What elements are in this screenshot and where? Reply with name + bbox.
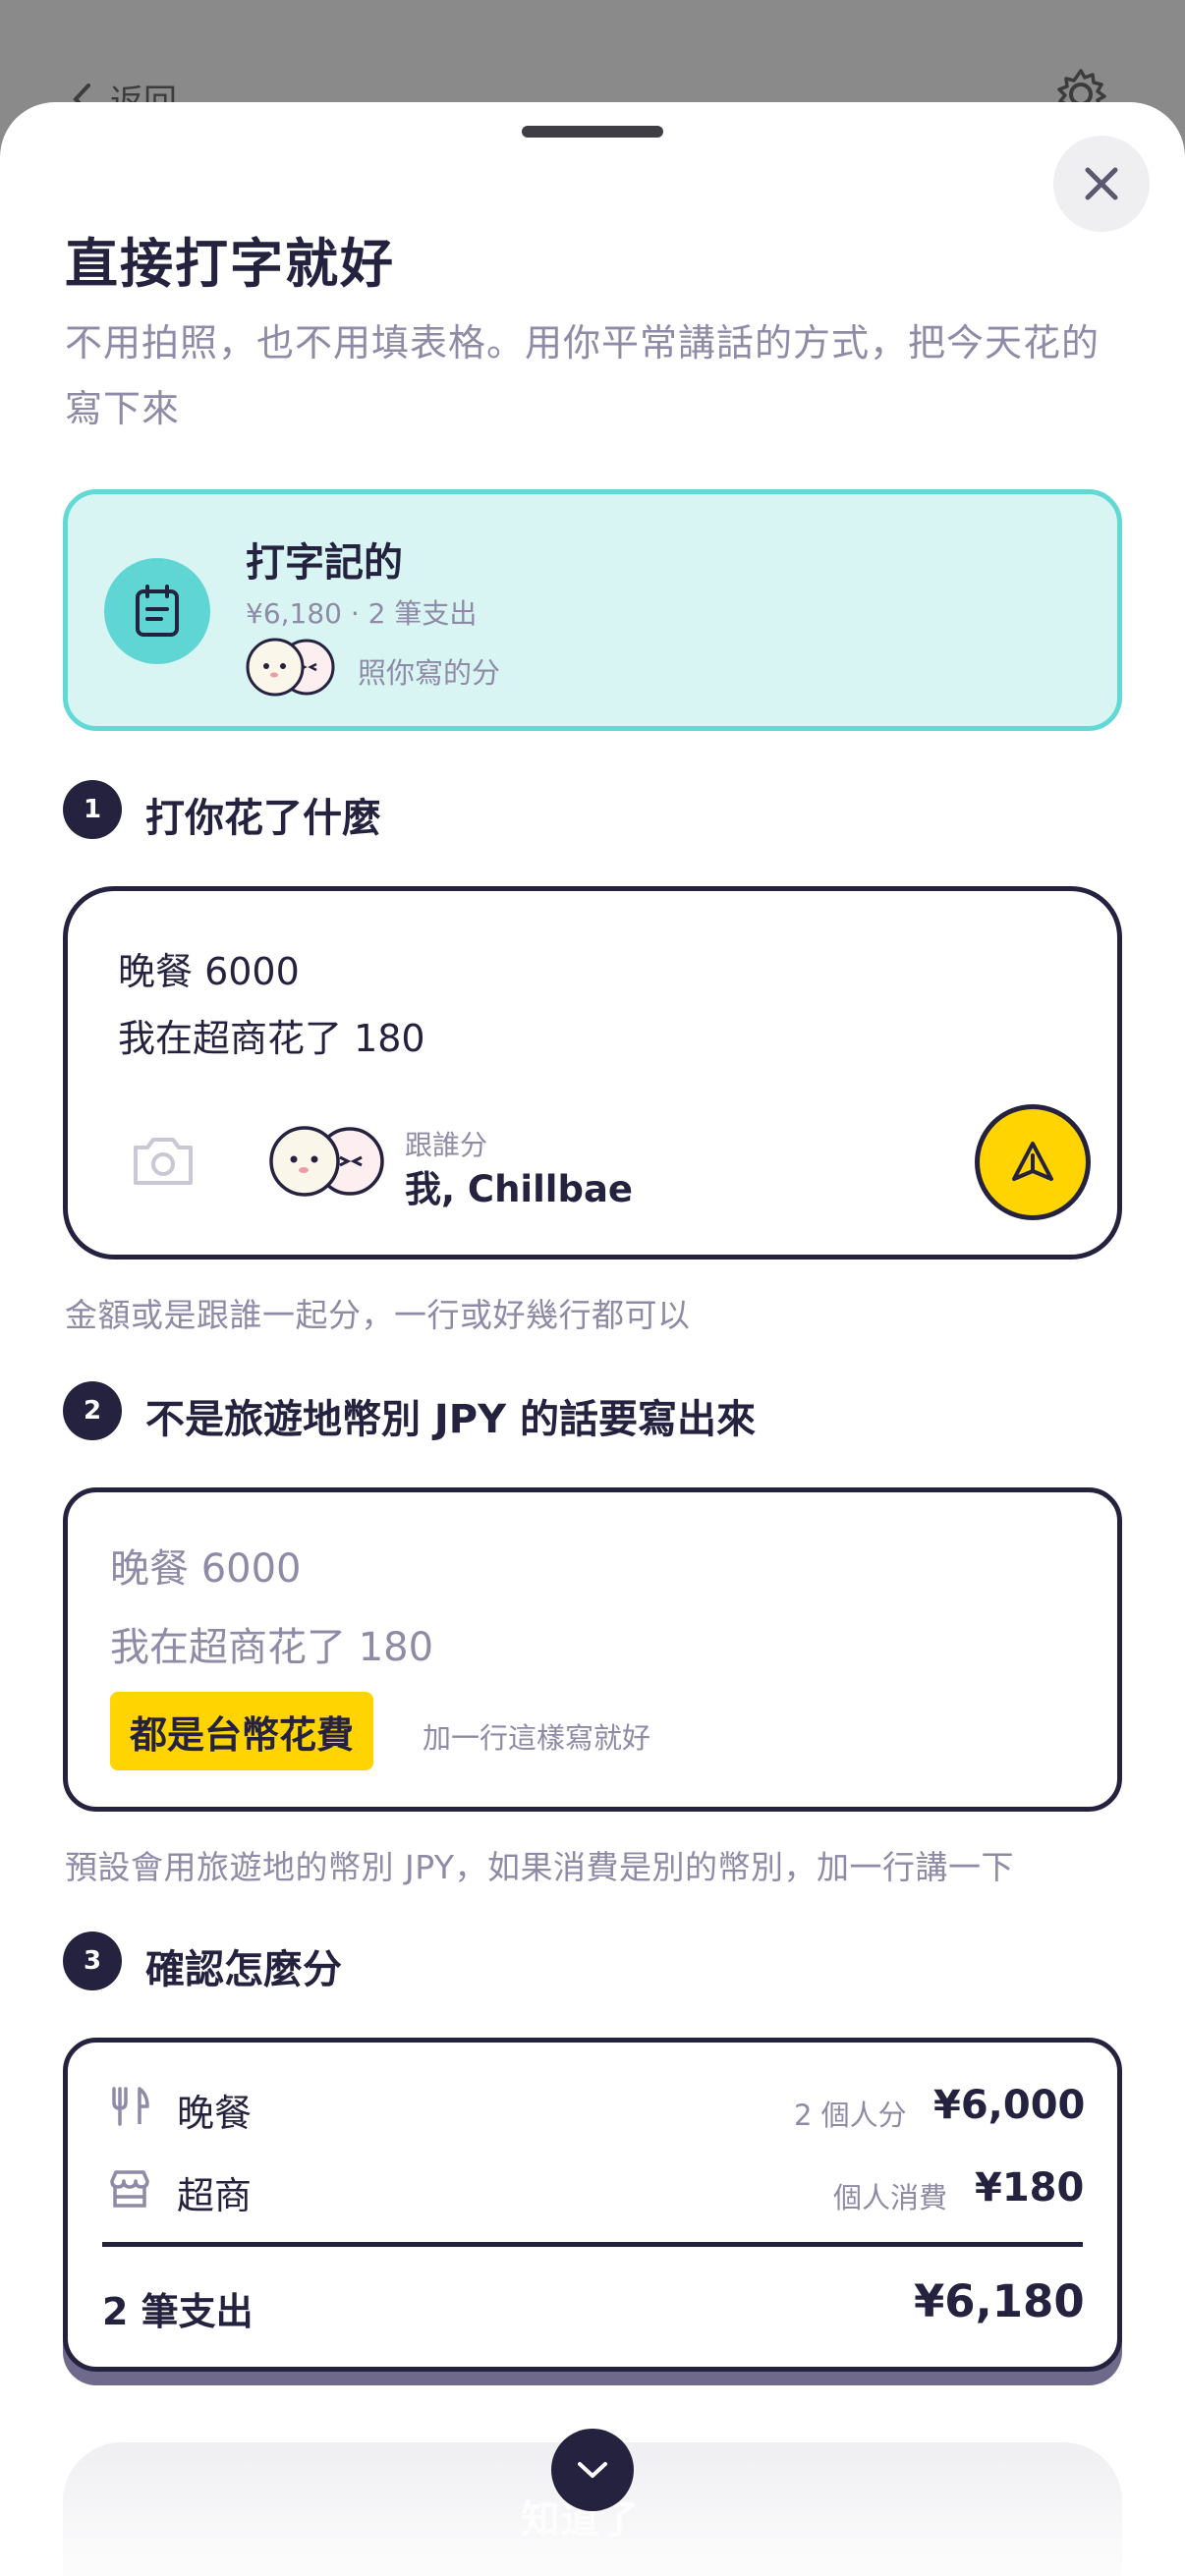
split-avatars[interactable] xyxy=(267,1124,387,1199)
step-number-1: 1 xyxy=(63,780,122,839)
input-hint: 金額或是跟誰一起分，一行或好幾行都可以 xyxy=(65,1296,691,1334)
sheet-subtitle: 不用拍照，也不用填表格。用你平常講話的方式，把今天花的寫下來 xyxy=(65,321,1100,430)
step-title-1: 打你花了什麼 xyxy=(145,796,381,841)
row-name-store: 超商 xyxy=(177,2174,253,2217)
close-button[interactable] xyxy=(1053,136,1150,232)
close-icon xyxy=(1085,167,1118,200)
row-note-dinner: 2 個人分 xyxy=(794,2099,907,2132)
currency-hint: 加一行這樣寫就好 xyxy=(423,1721,651,1755)
camera-icon[interactable] xyxy=(130,1132,197,1189)
avatar-group xyxy=(246,638,335,697)
input-mode-card[interactable] xyxy=(63,489,1122,731)
row-amount-dinner: ¥6,000 xyxy=(933,2083,1086,2128)
step-title-2: 不是旅遊地幣別 JPY 的話要寫出來 xyxy=(145,1397,757,1442)
mode-summary: ¥6,180 · 2 筆支出 xyxy=(246,597,478,630)
sheet-title: 直接打字就好 xyxy=(65,233,395,295)
row-name-dinner: 晚餐 xyxy=(177,2092,253,2135)
input-line-1[interactable]: 晚餐 6000 xyxy=(118,941,300,995)
currency-hint-text: 預設會用旅遊地的幣別 JPY，如果消費是別的幣別，加一行講一下 xyxy=(65,1848,1015,1886)
utensils-icon xyxy=(112,2087,149,2126)
mode-icon-circle xyxy=(104,558,210,664)
step-number-2: 2 xyxy=(63,1381,122,1440)
row-amount-store: ¥180 xyxy=(975,2165,1085,2211)
total-label: 2 筆支出 xyxy=(102,2290,254,2333)
row-note-store: 個人消費 xyxy=(833,2181,948,2214)
send-button[interactable] xyxy=(975,1104,1091,1220)
sheet-grabber[interactable] xyxy=(522,126,663,138)
total-amount: ¥6,180 xyxy=(914,2275,1085,2327)
send-icon xyxy=(1012,1142,1053,1181)
split-label: 跟誰分 xyxy=(405,1129,488,1161)
summary-divider xyxy=(102,2242,1083,2247)
step-number-3: 3 xyxy=(63,1932,122,1990)
example-line-1: 晚餐 6000 xyxy=(110,1546,302,1592)
input-line-2[interactable]: 我在超商花了 180 xyxy=(118,1008,425,1062)
mode-name: 打字記的 xyxy=(246,540,403,586)
split-value[interactable]: 我, Chillbae xyxy=(405,1159,633,1212)
store-icon xyxy=(110,2170,149,2208)
example-line-2: 我在超商花了 180 xyxy=(110,1625,434,1670)
currency-tag: 都是台幣花費 xyxy=(110,1692,374,1770)
step-title-3: 確認怎麼分 xyxy=(145,1947,342,1992)
scroll-down-button[interactable] xyxy=(551,2429,634,2511)
mode-split-note: 照你寫的分 xyxy=(358,656,501,690)
chevron-down-icon xyxy=(578,2462,607,2478)
notepad-icon xyxy=(136,585,179,637)
